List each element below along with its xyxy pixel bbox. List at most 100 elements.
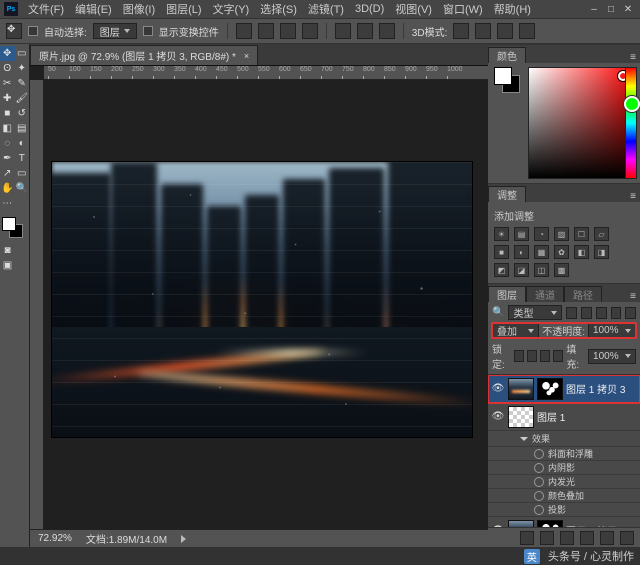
pen-tool[interactable]: ✒ xyxy=(0,151,15,166)
layer-filter-dropdown[interactable]: 类型 xyxy=(508,305,562,320)
document-tab[interactable]: 原片.jpg @ 72.9% (图层 1 拷贝 3, RGB/8#) * × xyxy=(30,45,258,65)
adjust-icon[interactable]: ◨ xyxy=(594,245,609,259)
menu-window[interactable]: 窗口(W) xyxy=(438,0,488,18)
doc-info[interactable]: 文档:1.89M/14.0M xyxy=(86,531,167,546)
hand-tool[interactable]: ✋ xyxy=(0,181,15,196)
fx-item[interactable]: 斜面和浮雕 xyxy=(488,447,640,461)
fx-item[interactable]: 投影 xyxy=(488,503,640,517)
shape-tool[interactable]: ▭ xyxy=(15,166,30,181)
3d-icon[interactable] xyxy=(497,23,513,39)
close-tab-icon[interactable]: × xyxy=(244,51,249,61)
adjust-icon[interactable]: ✿ xyxy=(554,245,569,259)
type-tool[interactable]: T xyxy=(15,151,30,166)
filter-type-icon[interactable] xyxy=(581,307,592,319)
filter-type-icon[interactable] xyxy=(625,307,636,319)
adjust-icon[interactable]: ◪ xyxy=(514,263,529,277)
3d-icon[interactable] xyxy=(519,23,535,39)
layer-style-icon[interactable] xyxy=(540,531,554,545)
distribute-icon[interactable] xyxy=(357,23,373,39)
screenmode-toggle[interactable]: ▣ xyxy=(0,258,15,273)
filter-type-icon[interactable] xyxy=(566,307,577,319)
ime-indicator[interactable]: 英 xyxy=(524,549,540,564)
brush-tool[interactable]: 🖌 xyxy=(15,91,30,106)
channels-tab[interactable]: 通道 xyxy=(526,286,564,302)
window-close[interactable]: ✕ xyxy=(623,4,633,14)
marquee-tool[interactable]: ▭ xyxy=(15,46,30,61)
eyedropper-tool[interactable]: ✎ xyxy=(15,76,30,91)
more-tools-icon[interactable]: ⋯ xyxy=(0,196,15,211)
opacity-input[interactable]: 100% xyxy=(588,323,636,338)
align-icon[interactable] xyxy=(236,23,252,39)
auto-select-dropdown[interactable]: 图层 xyxy=(93,23,137,39)
delete-layer-icon[interactable] xyxy=(620,531,634,545)
show-transform-checkbox[interactable] xyxy=(143,26,153,36)
canvas[interactable] xyxy=(52,162,472,437)
visibility-icon[interactable]: 👁 xyxy=(491,410,505,424)
lock-pixels-icon[interactable] xyxy=(514,350,524,362)
dodge-tool[interactable]: ◐ xyxy=(15,136,30,151)
adjust-icon[interactable]: ▱ xyxy=(594,227,609,241)
align-icon[interactable] xyxy=(258,23,274,39)
fill-input[interactable]: 100% xyxy=(588,349,636,364)
adjust-icon[interactable]: ☀ xyxy=(494,227,509,241)
fx-item[interactable]: 内阴影 xyxy=(488,461,640,475)
filter-type-icon[interactable] xyxy=(596,307,607,319)
history-brush-tool[interactable]: ↺ xyxy=(15,106,30,121)
blur-tool[interactable]: ◌ xyxy=(0,136,15,151)
link-layers-icon[interactable] xyxy=(520,531,534,545)
3d-icon[interactable] xyxy=(475,23,491,39)
edit-toolbar-icon[interactable] xyxy=(15,196,30,211)
panel-menu-icon[interactable]: ≡ xyxy=(626,191,640,202)
quickmask-toggle[interactable]: ◙ xyxy=(0,243,15,258)
adjust-icon[interactable]: ▨ xyxy=(554,227,569,241)
path-tool[interactable]: ↗ xyxy=(0,166,15,181)
fx-chevron-icon[interactable] xyxy=(520,437,528,441)
distribute-icon[interactable] xyxy=(335,23,351,39)
zoom-level[interactable]: 72.92% xyxy=(38,533,72,544)
panel-menu-icon[interactable]: ≡ xyxy=(626,52,640,63)
color-picker[interactable] xyxy=(528,67,636,179)
window-minimize[interactable]: – xyxy=(589,4,599,14)
adjust-icon[interactable]: ◔ xyxy=(534,227,549,241)
blend-mode-dropdown[interactable]: 叠加 xyxy=(492,323,539,338)
layer-name[interactable]: 图层 1 xyxy=(537,409,637,424)
eraser-tool[interactable]: ◧ xyxy=(0,121,15,136)
menu-filter[interactable]: 滤镜(T) xyxy=(303,0,349,18)
layer-mask-thumb[interactable] xyxy=(537,520,563,528)
3d-icon[interactable] xyxy=(453,23,469,39)
menu-edit[interactable]: 编辑(E) xyxy=(70,0,117,18)
wand-tool[interactable]: ✦ xyxy=(15,61,30,76)
lasso-tool[interactable]: ʘ xyxy=(0,61,15,76)
auto-select-checkbox[interactable] xyxy=(28,26,38,36)
lock-artboard-icon[interactable] xyxy=(540,350,550,362)
visibility-icon[interactable]: 👁 xyxy=(491,382,505,396)
hue-knob[interactable] xyxy=(624,96,640,112)
menu-view[interactable]: 视图(V) xyxy=(390,0,437,18)
move-tool[interactable]: ✥ xyxy=(0,46,15,61)
window-maximize[interactable]: □ xyxy=(606,4,616,14)
adjust-icon[interactable]: ▦ xyxy=(534,245,549,259)
layer-row[interactable]: 👁 图层 1 xyxy=(488,403,640,431)
layer-row[interactable]: 👁 图层 1 拷贝 2 xyxy=(488,517,640,527)
fg-color-swatch[interactable] xyxy=(494,67,512,85)
adjust-icon[interactable]: ◐ xyxy=(514,245,529,259)
menu-type[interactable]: 文字(Y) xyxy=(208,0,255,18)
ruler-vertical[interactable] xyxy=(30,80,44,529)
menu-help[interactable]: 帮助(H) xyxy=(489,0,536,18)
menu-image[interactable]: 图像(I) xyxy=(118,0,160,18)
adjust-icon[interactable]: ◩ xyxy=(494,263,509,277)
color-tab[interactable]: 颜色 xyxy=(488,47,526,63)
fx-header[interactable]: 效果 xyxy=(488,431,640,447)
distribute-icon[interactable] xyxy=(379,23,395,39)
align-icon[interactable] xyxy=(302,23,318,39)
status-menu-icon[interactable] xyxy=(181,535,186,543)
lock-all-icon[interactable] xyxy=(553,350,563,362)
adjust-icon[interactable]: ◧ xyxy=(574,245,589,259)
align-icon[interactable] xyxy=(280,23,296,39)
adjust-icon[interactable]: ▩ xyxy=(554,263,569,277)
layers-tab[interactable]: 图层 xyxy=(488,286,526,302)
adjust-icon[interactable]: ■ xyxy=(494,245,509,259)
new-group-icon[interactable] xyxy=(580,531,594,545)
paths-tab[interactable]: 路径 xyxy=(564,286,602,302)
filter-type-icon[interactable] xyxy=(611,307,622,319)
